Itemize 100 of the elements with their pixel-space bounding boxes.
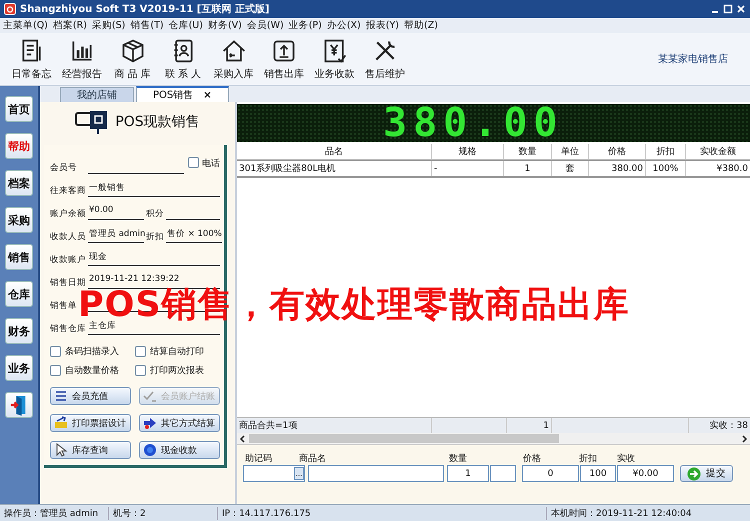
app-icon xyxy=(4,3,16,15)
sidebar-button[interactable]: 帮助 xyxy=(5,133,33,159)
summary-cell-text: 商品合共=1项 xyxy=(239,420,298,432)
input-field[interactable]: 1 xyxy=(447,465,489,482)
checkbox-label: 条码扫描录入 xyxy=(65,346,119,358)
input-field[interactable]: 管理员 admin xyxy=(88,228,144,243)
column-header[interactable]: 价格 xyxy=(589,144,646,159)
menu-item[interactable]: 采购(S) xyxy=(92,19,126,32)
toolbar-button[interactable]: 业务收款 xyxy=(309,38,360,80)
toolbar-button[interactable]: 联 系 人 xyxy=(158,38,208,80)
sidebar-button[interactable]: 财务 xyxy=(5,318,33,344)
action-button[interactable]: 会员充值 xyxy=(50,387,131,405)
status-text: 机号：2 xyxy=(109,506,218,520)
field-label: 实收 xyxy=(617,452,635,465)
input-field[interactable]: 售价 × 100% xyxy=(166,228,222,243)
scrollbar-thumb[interactable] xyxy=(249,434,559,443)
checkbox[interactable] xyxy=(50,365,61,376)
arrow-icon xyxy=(143,416,157,430)
sidebar-button[interactable]: 首页 xyxy=(5,96,33,122)
column-header[interactable]: 实收金额 xyxy=(686,144,750,159)
menu-item[interactable]: 报表(Y) xyxy=(366,19,399,32)
exit-button[interactable] xyxy=(5,392,33,418)
sidebar-button[interactable]: 仓库 xyxy=(5,281,33,307)
menu-item[interactable]: 销售(T) xyxy=(130,19,164,32)
checkbox-label: 自动数量价格 xyxy=(65,364,119,377)
cursor-icon xyxy=(54,443,68,457)
menu-item[interactable]: 办公(X) xyxy=(326,19,361,32)
checkbox[interactable] xyxy=(50,346,61,357)
input-field[interactable]: 现金 xyxy=(88,251,220,266)
menu-item[interactable]: 档案(R) xyxy=(52,19,87,32)
action-button[interactable]: 库存查询 xyxy=(50,441,131,459)
toolbar-button[interactable]: 日常备忘 xyxy=(6,38,57,80)
maximize-icon[interactable] xyxy=(723,4,733,14)
window-title: Shangzhiyou Soft T3 V2019-11 [互联网 正式版] xyxy=(20,2,270,16)
tab[interactable]: POS销售 × xyxy=(136,86,229,102)
field-label: 销售单 xyxy=(50,300,78,312)
tab-close[interactable]: × xyxy=(203,90,212,100)
scroll-right-icon[interactable] xyxy=(740,434,748,442)
menu-item[interactable]: 会员(W) xyxy=(246,19,284,32)
input-field[interactable]: 一般销售 xyxy=(88,182,220,197)
column-header[interactable]: 品名 xyxy=(237,144,432,159)
table-row[interactable]: 301系列吸尘器80L电机 - 1 套 380.00 100% ¥380.0 xyxy=(237,160,750,178)
menu-item[interactable]: 帮助(Z) xyxy=(404,19,438,32)
action-button[interactable]: 现金收款 xyxy=(139,441,220,459)
field-label: 销售仓库 xyxy=(50,323,87,335)
field-label: 销售日期 xyxy=(50,277,87,289)
yen-icon xyxy=(322,38,348,64)
checkbox[interactable] xyxy=(188,157,199,168)
toolbar-button[interactable]: 采购入库 xyxy=(208,38,259,80)
toolbar-button[interactable]: 经营报告 xyxy=(56,38,108,80)
toolbar-button[interactable]: 销售出库 xyxy=(258,38,310,80)
column-header[interactable]: 折扣 xyxy=(646,144,686,159)
checkbox-label: 结算自动打印 xyxy=(150,346,204,358)
field-label: 会员号 xyxy=(50,162,78,174)
table-cell: 1 xyxy=(504,161,552,176)
status-text: IP：14.117.176.175 xyxy=(218,506,547,520)
input-field[interactable]: 0 xyxy=(522,465,579,482)
scroll-left-icon[interactable] xyxy=(239,434,247,442)
column-header[interactable]: 单位 xyxy=(552,144,589,159)
toolbar-button[interactable]: 售后维护 xyxy=(360,38,410,80)
checkbox[interactable] xyxy=(135,365,146,376)
field-label: 数量 xyxy=(449,452,467,465)
sidebar-button[interactable]: 采购 xyxy=(5,207,33,233)
field-label: 助记码 xyxy=(245,452,272,465)
input-field[interactable] xyxy=(490,465,516,482)
input-field[interactable] xyxy=(308,465,444,482)
list-icon xyxy=(54,389,68,403)
menu-item[interactable]: 仓库(U) xyxy=(168,19,203,32)
sidebar-button[interactable]: 销售 xyxy=(5,244,33,270)
summary-cell: 1 xyxy=(543,420,549,430)
close-icon[interactable] xyxy=(736,4,746,14)
toolbar-button[interactable]: 商 品 库 xyxy=(107,38,158,80)
sidebar-button[interactable]: 档案 xyxy=(5,170,33,196)
field-label: 账户余额 xyxy=(50,208,87,220)
checkbox-label: 打印两次报表 xyxy=(150,364,204,377)
field-label: 折扣 xyxy=(146,231,164,243)
action-button[interactable]: 其它方式结算 xyxy=(139,414,220,432)
tab[interactable]: 我的店铺 xyxy=(60,87,134,102)
column-header[interactable]: 数量 xyxy=(504,144,552,159)
menu-item[interactable]: 财务(V) xyxy=(208,19,242,32)
coin-icon xyxy=(143,443,157,457)
menu-item[interactable]: 业务(P) xyxy=(288,19,322,32)
table-cell: 100% xyxy=(646,161,686,176)
panel-title: POS现款销售 xyxy=(115,113,200,131)
submit-button[interactable]: 提交 xyxy=(680,465,733,482)
column-header[interactable]: 规格 xyxy=(432,144,504,159)
checkbox[interactable] xyxy=(135,346,146,357)
action-button[interactable]: 打印票据设计 xyxy=(50,414,131,432)
field-label: 积分 xyxy=(146,208,164,220)
table-cell: 380.00 xyxy=(589,161,646,176)
exit-door-icon xyxy=(10,394,28,416)
field-label: 往来客商 xyxy=(50,185,87,197)
input-field[interactable]: ¥0.00 xyxy=(617,465,674,482)
arrow-icon xyxy=(687,466,701,480)
box-icon xyxy=(120,38,146,64)
input-field[interactable]: 100 xyxy=(580,465,616,482)
sidebar-button[interactable]: 业务 xyxy=(5,355,33,381)
menu-item[interactable]: 主菜单(Q) xyxy=(3,19,48,32)
input-field[interactable]: ¥0.00 xyxy=(88,205,144,220)
table-cell: 301系列吸尘器80L电机 xyxy=(237,161,432,176)
